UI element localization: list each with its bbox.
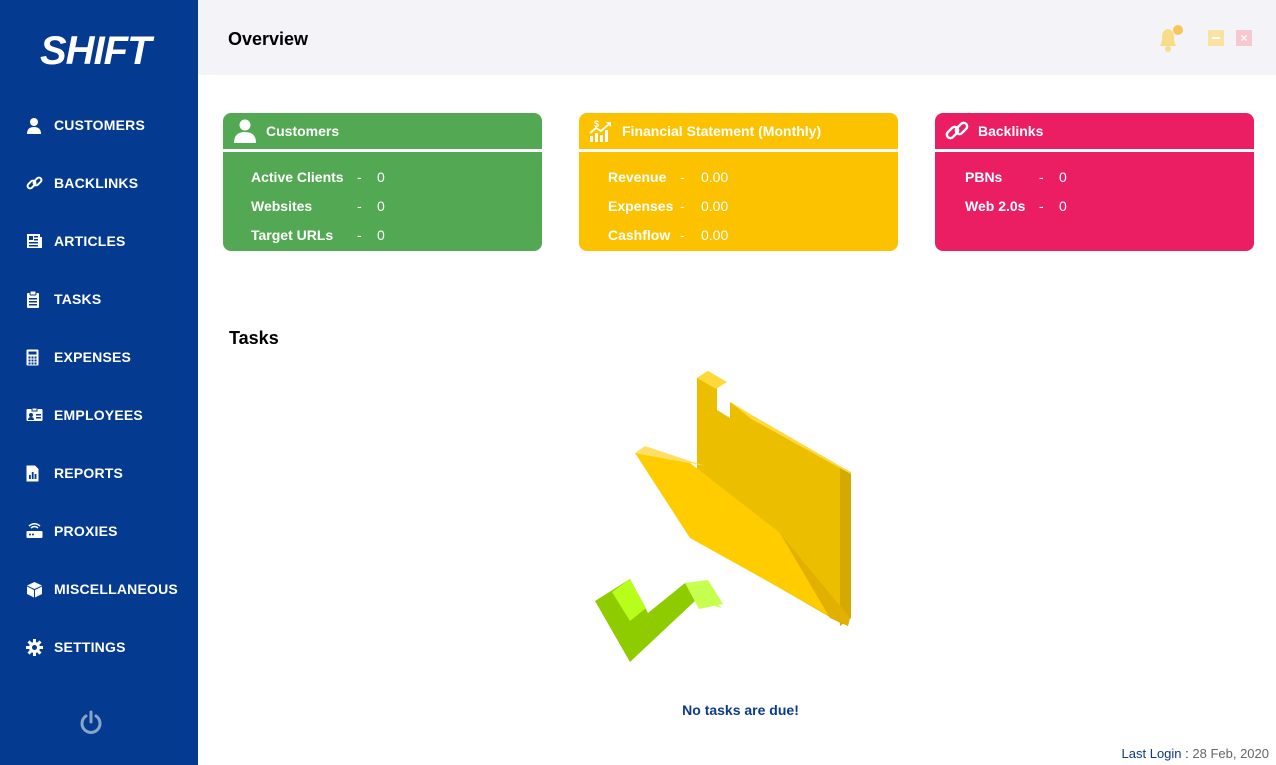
stat-label: Websites [251,197,313,214]
sidebar-item-label: REPORTS [54,465,124,481]
sidebar-item-label: TASKS [54,291,102,307]
stat-value: 0.00 [701,197,729,214]
stat-value: 0 [377,168,385,185]
stat-value: 0 [1059,197,1067,214]
id-card-icon [26,406,48,424]
sidebar-item-label: ARTICLES [54,233,126,249]
header: Overview × [198,0,1276,75]
stat-value: 0 [377,197,385,214]
stat-separator: - [357,197,362,214]
card-header: Customers [223,113,542,149]
sidebar-item-customers[interactable]: CUSTOMERS [26,110,198,140]
card-title: Customers [266,123,340,139]
close-icon[interactable]: × [1236,30,1252,46]
stat-separator: - [680,226,685,243]
shift-logo: SHIFT [40,29,156,72]
sidebar-item-tasks[interactable]: TASKS [26,284,198,314]
gear-icon [26,638,48,656]
card-header: Backlinks [935,113,1254,149]
sidebar-item-settings[interactable]: SETTINGS [26,632,198,662]
svg-text:$: $ [594,119,599,129]
sidebar-item-proxies[interactable]: PROXIES [26,516,198,546]
logo-text: SHIFT [40,29,155,72]
router-icon [26,522,48,540]
stat-row: PBNs - 0 [935,162,1254,191]
stat-separator: - [357,226,362,243]
stat-row: Web 2.0s - 0 [935,191,1254,220]
stat-label: Cashflow [608,226,671,243]
stat-separator: - [1039,168,1044,185]
stat-label: Expenses [608,197,674,214]
card-header: $ Financial Statement (Monthly) [579,113,898,149]
user-icon [26,116,48,134]
user-icon [232,118,258,144]
report-icon [26,464,48,482]
tasks-heading: Tasks [229,328,279,348]
stat-row: Revenue - 0.00 [579,162,898,191]
backlinks-card: Backlinks PBNs - 0 Web 2.0s - 0 [935,113,1254,251]
customers-card: Customers Active Clients - 0 Websites - … [223,113,542,251]
tasks-empty-message: No tasks are due! [682,702,799,718]
card-title: Backlinks [978,123,1044,139]
stat-label: PBNs [965,168,1003,185]
link-icon [944,118,970,144]
stat-value: 0 [1059,168,1067,185]
stat-label: Active Clients [251,168,344,185]
chart-growth-icon: $ [588,118,614,144]
stat-value: 0.00 [701,168,729,185]
stat-value: 0 [377,226,385,243]
sidebar-item-expenses[interactable]: EXPENSES [26,342,198,372]
clipboard-icon [26,290,48,308]
minimize-icon[interactable] [1208,30,1224,46]
folder-check-illustration [595,371,851,662]
sidebar-item-articles[interactable]: ARTICLES [26,226,198,256]
bell-icon[interactable] [1155,22,1185,54]
sidebar: SHIFT CUSTOMERS BACKLINKS ARTICLES TASKS… [0,0,198,765]
sidebar-item-label: SETTINGS [54,639,126,655]
stat-separator: - [680,197,685,214]
card-title: Financial Statement (Monthly) [622,123,822,139]
sidebar-item-label: MISCELLANEOUS [54,581,178,597]
stat-row: Cashflow - 0.00 [579,220,898,249]
calculator-icon [26,348,48,366]
stat-row: Websites - 0 [223,191,542,220]
sidebar-item-label: EMPLOYEES [54,407,143,423]
sidebar-item-label: CUSTOMERS [54,117,145,133]
last-login-date: 28 Feb, 2020 [1192,746,1269,761]
sidebar-item-backlinks[interactable]: BACKLINKS [26,168,198,198]
stat-label: Web 2.0s [965,197,1026,214]
box-icon [26,580,48,598]
sidebar-item-miscellaneous[interactable]: MISCELLANEOUS [26,574,198,604]
page-title: Overview [228,29,309,49]
stat-separator: - [1039,197,1044,214]
sidebar-item-reports[interactable]: REPORTS [26,458,198,488]
newspaper-icon [26,232,48,250]
stat-row: Expenses - 0.00 [579,191,898,220]
last-login-label: Last Login : [1121,746,1189,761]
stat-row: Active Clients - 0 [223,162,542,191]
stat-separator: - [680,168,685,185]
last-login: Last Login : 28 Feb, 2020 [1122,746,1269,761]
financial-statement-card: $ Financial Statement (Monthly) Revenue … [579,113,898,251]
stat-label: Revenue [608,168,667,185]
sidebar-item-label: PROXIES [54,523,118,539]
stat-row: Target URLs - 0 [223,220,542,249]
stat-label: Target URLs [251,226,334,243]
sidebar-item-employees[interactable]: EMPLOYEES [26,400,198,430]
stat-separator: - [357,168,362,185]
sidebar-item-label: EXPENSES [54,349,132,365]
sidebar-item-label: BACKLINKS [54,175,139,191]
link-icon [26,174,48,192]
stat-value: 0.00 [701,226,729,243]
